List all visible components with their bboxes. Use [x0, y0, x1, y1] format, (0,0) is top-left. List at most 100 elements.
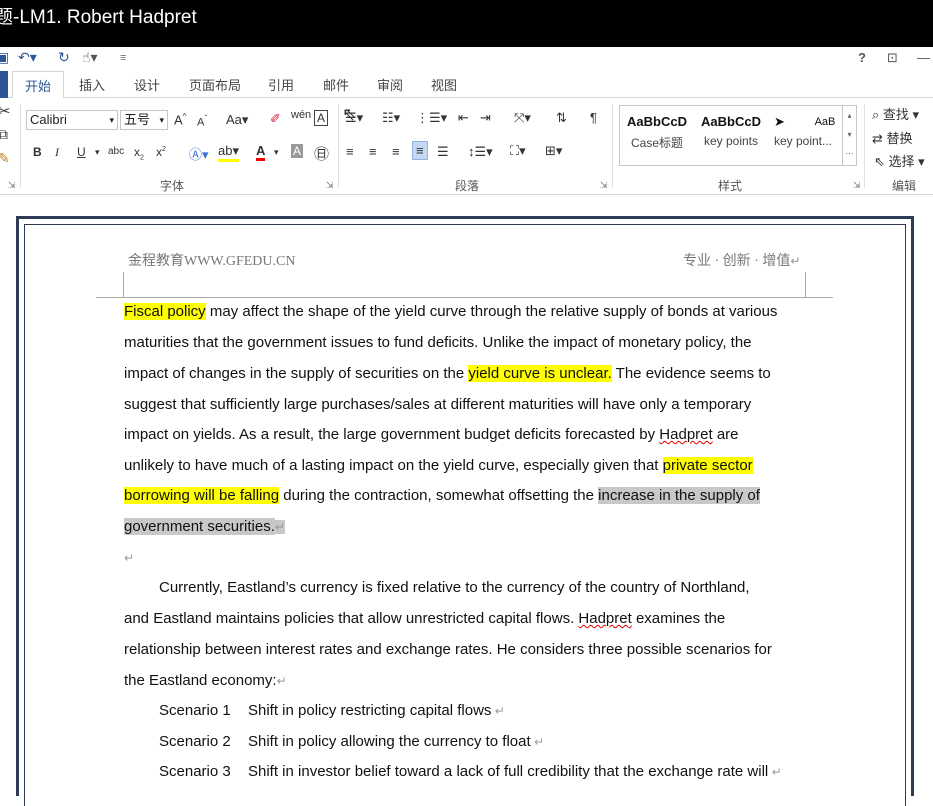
paragraph-line[interactable]: relationship between interest rates and … [124, 639, 772, 661]
paragraph-line[interactable]: impact on yields. As a result, the large… [124, 424, 739, 446]
customize-qat-icon[interactable]: ≡ [120, 52, 126, 64]
highlight-color-icon[interactable]: ab▾ [218, 143, 239, 162]
bold-icon[interactable]: B [33, 145, 42, 159]
chinese-layout-icon[interactable]: ⤧▾ [514, 110, 531, 126]
subscript-icon[interactable]: x2 [134, 145, 144, 161]
styles-scroll[interactable]: ▴ ▾ ⋯ [842, 106, 856, 165]
paragraph-line[interactable]: Currently, Eastland’s currency is fixed … [159, 577, 750, 599]
restore-button[interactable]: ⊡ [887, 50, 898, 66]
change-case-icon[interactable]: Aa▾ [226, 112, 248, 128]
scroll-down-icon[interactable]: ▾ [843, 125, 856, 144]
more-styles-icon[interactable]: ⋯ [843, 144, 856, 163]
save-icon[interactable]: ▣ [0, 49, 9, 66]
align-right-icon[interactable]: ≡ [392, 144, 400, 159]
chevron-down-icon[interactable]: ▾ [95, 147, 100, 158]
character-shading-icon[interactable]: A [291, 144, 304, 158]
undo-icon[interactable]: ↶▾ [18, 49, 37, 66]
chevron-down-icon[interactable]: ▾ [274, 147, 279, 158]
superscript-icon[interactable]: x2 [156, 145, 166, 159]
decrease-indent-icon[interactable]: ⇤ [458, 110, 469, 126]
shrink-font-icon[interactable]: Aˇ [197, 114, 207, 129]
ribbon: ✂ ⧉ ✎ ⇲ Calibri ▾ 五号 ▾ A^ Aˇ Aa▾ ✐ wén A… [0, 98, 933, 195]
paragraph-line[interactable]: Fiscal policy may affect the shape of th… [124, 301, 806, 323]
strikethrough-icon[interactable]: abc [108, 146, 124, 157]
font-launcher-icon[interactable]: ⇲ [326, 180, 334, 191]
underline-icon[interactable]: U [77, 145, 86, 159]
paragraph-line[interactable]: government securities.↵ [124, 516, 285, 538]
style-item[interactable]: AaBbCcD Case标题 [620, 110, 694, 151]
numbering-icon[interactable]: ☷▾ [382, 110, 400, 126]
copy-icon[interactable]: ⧉ [0, 126, 8, 143]
paragraph-mark: ↵ [124, 551, 135, 565]
styles-launcher-icon[interactable]: ⇲ [853, 180, 861, 191]
cut-icon[interactable]: ✂ [0, 102, 11, 120]
show-marks-icon[interactable]: ¶ [590, 110, 597, 125]
paragraph-line[interactable]: borrowing will be falling during the con… [124, 485, 760, 507]
touch-mode-icon[interactable]: ☝▾ [82, 49, 98, 66]
window-title: 题-LM1. Robert Hadpret [0, 7, 197, 28]
header-rule [96, 297, 833, 298]
font-size-value: 五号 [124, 112, 151, 127]
font-group-label: 字体 [160, 179, 185, 193]
minimize-button[interactable]: — [917, 50, 930, 65]
file-tab[interactable] [0, 71, 8, 98]
distributed-icon[interactable]: ☰ [437, 144, 449, 160]
character-border-icon[interactable]: A [314, 110, 329, 126]
clipboard-launcher-icon[interactable]: ⇲ [8, 180, 16, 191]
enclose-characters-icon[interactable]: ㊐ [314, 143, 329, 164]
tab-references[interactable]: 引用 [268, 75, 294, 94]
grow-font-icon[interactable]: A^ [174, 112, 186, 127]
style-name: Case标题 [630, 136, 683, 150]
font-color-icon[interactable]: A [256, 143, 266, 161]
scenario-line[interactable]: Scenario 2 Shift in policy allowing the c… [159, 731, 544, 753]
paragraph-line[interactable]: maturities that the government issues to… [124, 332, 752, 354]
pointer-icon: ⇖ [874, 154, 885, 169]
italic-icon[interactable]: I [55, 145, 59, 160]
style-item[interactable]: AaBbCcD key points [694, 110, 768, 148]
clear-formatting-icon[interactable]: ✐ [270, 111, 281, 127]
ribbon-tabs: 开始 插入 设计 页面布局 引用 邮件 审阅 视图 [0, 71, 933, 99]
find-label: 查找 [882, 107, 909, 122]
style-name: key point... [773, 134, 833, 148]
tab-insert[interactable]: 插入 [79, 75, 105, 94]
paragraph-line[interactable]: and Eastland maintains policies that all… [124, 608, 725, 630]
line-spacing-icon[interactable]: ↕☰▾ [468, 144, 493, 160]
tab-review[interactable]: 审阅 [377, 75, 403, 94]
chevron-down-icon: ▾ [109, 115, 114, 125]
justify-icon[interactable]: ≡ [412, 141, 428, 160]
paragraph-line[interactable]: impact of changes in the supply of secur… [124, 363, 771, 385]
redo-icon[interactable]: ↻ [58, 49, 70, 66]
title-bar: 题-LM1. Robert Hadpret [0, 0, 933, 47]
styles-group-label: 样式 [718, 179, 743, 193]
paragraph-line[interactable]: the Eastland economy:↵ [124, 670, 287, 692]
style-item[interactable]: AaB [810, 110, 840, 134]
multilevel-list-icon[interactable]: ⋮☰▾ [416, 110, 447, 126]
find-button[interactable]: ⌕ 查找 ▾ [872, 104, 919, 123]
chevron-down-icon: ▾ [159, 115, 164, 125]
paragraph-line[interactable]: suggest that sufficiently large purchase… [124, 394, 751, 416]
text-effects-icon[interactable]: Ⓐ▾ [189, 144, 209, 163]
tab-view[interactable]: 视图 [431, 75, 457, 94]
font-name-dropdown[interactable]: Calibri ▾ [26, 110, 118, 130]
align-center-icon[interactable]: ≡ [369, 144, 377, 159]
borders-icon[interactable]: ⊞▾ [545, 143, 562, 159]
shading-icon[interactable]: ⛶▾ [510, 143, 526, 159]
select-button[interactable]: ⇖ 选择 ▾ [874, 151, 925, 170]
scenario-line[interactable]: Scenario 1 Shift in policy restricting ca… [159, 700, 505, 722]
align-left-icon[interactable]: ≡ [346, 144, 354, 159]
phonetic-guide-icon[interactable]: wén [291, 109, 311, 121]
paragraph-launcher-icon[interactable]: ⇲ [600, 180, 608, 191]
scroll-up-icon[interactable]: ▴ [843, 106, 856, 125]
help-button[interactable]: ? [858, 50, 866, 65]
increase-indent-icon[interactable]: ⇥ [480, 110, 491, 126]
paragraph-line[interactable]: unlikely to have much of a lasting impac… [124, 455, 753, 477]
tab-mailings[interactable]: 邮件 [323, 75, 349, 94]
paragraph-group-label: 段落 [455, 179, 480, 193]
font-size-dropdown[interactable]: 五号 ▾ [120, 110, 168, 130]
sort-icon[interactable]: ⇅ [556, 110, 567, 126]
format-painter-icon[interactable]: ✎ [0, 150, 10, 167]
tab-layout[interactable]: 页面布局 [189, 75, 241, 94]
replace-button[interactable]: ⇄ 替换 [872, 128, 913, 147]
tab-design[interactable]: 设计 [134, 75, 160, 94]
tab-home[interactable]: 开始 [12, 71, 65, 99]
